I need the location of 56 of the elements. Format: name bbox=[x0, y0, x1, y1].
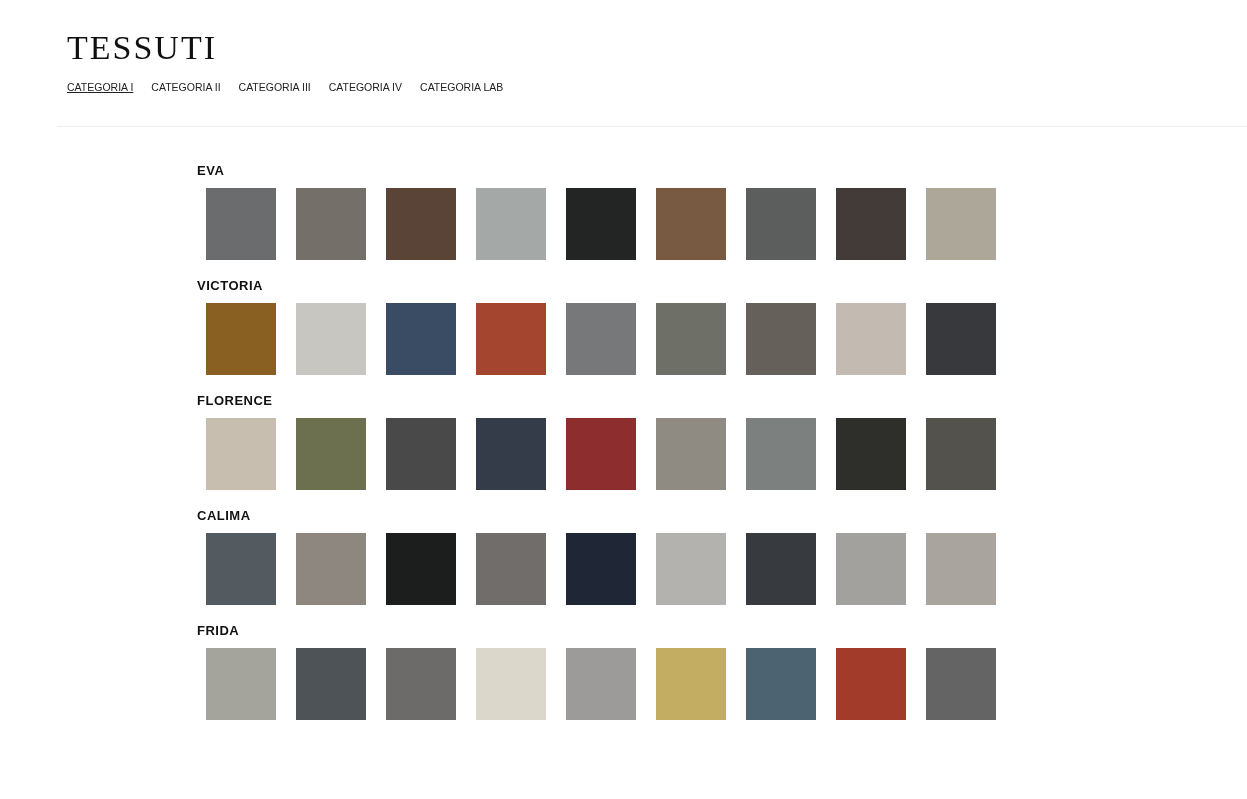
category-tab[interactable]: CATEGORIA I bbox=[67, 80, 134, 94]
fabric-swatch[interactable] bbox=[206, 648, 276, 720]
category-tab[interactable]: CATEGORIA IV bbox=[328, 80, 403, 94]
fabric-swatch[interactable] bbox=[386, 303, 456, 375]
category-tab[interactable]: CATEGORIA LAB bbox=[420, 80, 504, 94]
fabric-swatch[interactable] bbox=[206, 418, 276, 490]
fabric-swatch[interactable] bbox=[206, 188, 276, 260]
fabric-swatch[interactable] bbox=[746, 188, 816, 260]
fabric-name: VICTORIA bbox=[197, 278, 264, 294]
fabric-name: FRIDA bbox=[197, 623, 241, 639]
fabric-swatch[interactable] bbox=[386, 648, 456, 720]
fabric-swatch[interactable] bbox=[836, 303, 906, 375]
fabric-swatch[interactable] bbox=[656, 303, 726, 375]
fabric-swatch[interactable] bbox=[566, 303, 636, 375]
fabric-swatch[interactable] bbox=[296, 533, 366, 605]
fabric-swatch[interactable] bbox=[296, 303, 366, 375]
fabric-swatch[interactable] bbox=[206, 533, 276, 605]
fabric-swatch[interactable] bbox=[746, 648, 816, 720]
page-title: TESSUTI bbox=[67, 30, 218, 66]
fabric-swatch[interactable] bbox=[566, 188, 636, 260]
fabric-swatch[interactable] bbox=[566, 418, 636, 490]
fabric-name: EVA bbox=[197, 163, 226, 179]
fabric-name: CALIMA bbox=[197, 508, 252, 524]
fabric-swatch[interactable] bbox=[476, 418, 546, 490]
fabric-swatch[interactable] bbox=[656, 533, 726, 605]
fabric-swatch[interactable] bbox=[296, 648, 366, 720]
fabric-swatch[interactable] bbox=[836, 533, 906, 605]
fabric-name: FLORENCE bbox=[197, 393, 274, 409]
fabric-swatch[interactable] bbox=[836, 418, 906, 490]
fabric-swatch[interactable] bbox=[476, 188, 546, 260]
fabric-swatch[interactable] bbox=[746, 303, 816, 375]
category-tab[interactable]: CATEGORIA III bbox=[238, 80, 311, 94]
fabric-swatch[interactable] bbox=[926, 648, 996, 720]
fabric-swatch[interactable] bbox=[386, 188, 456, 260]
fabric-swatch[interactable] bbox=[746, 418, 816, 490]
fabric-swatch[interactable] bbox=[926, 418, 996, 490]
fabric-swatch[interactable] bbox=[926, 533, 996, 605]
fabric-swatch[interactable] bbox=[206, 303, 276, 375]
fabric-swatch[interactable] bbox=[476, 303, 546, 375]
fabric-swatch[interactable] bbox=[296, 418, 366, 490]
fabric-swatch[interactable] bbox=[836, 188, 906, 260]
fabric-swatch[interactable] bbox=[566, 648, 636, 720]
fabric-swatch[interactable] bbox=[386, 533, 456, 605]
fabric-swatch[interactable] bbox=[746, 533, 816, 605]
fabric-swatch[interactable] bbox=[926, 303, 996, 375]
fabric-swatch[interactable] bbox=[296, 188, 366, 260]
fabric-swatch[interactable] bbox=[656, 188, 726, 260]
fabric-swatch[interactable] bbox=[476, 533, 546, 605]
fabric-swatch[interactable] bbox=[836, 648, 906, 720]
fabric-swatch[interactable] bbox=[926, 188, 996, 260]
fabric-swatch[interactable] bbox=[386, 418, 456, 490]
fabric-swatch[interactable] bbox=[656, 418, 726, 490]
category-tab[interactable]: CATEGORIA II bbox=[151, 80, 221, 94]
fabric-swatch[interactable] bbox=[566, 533, 636, 605]
fabric-swatch[interactable] bbox=[656, 648, 726, 720]
fabric-swatch[interactable] bbox=[476, 648, 546, 720]
